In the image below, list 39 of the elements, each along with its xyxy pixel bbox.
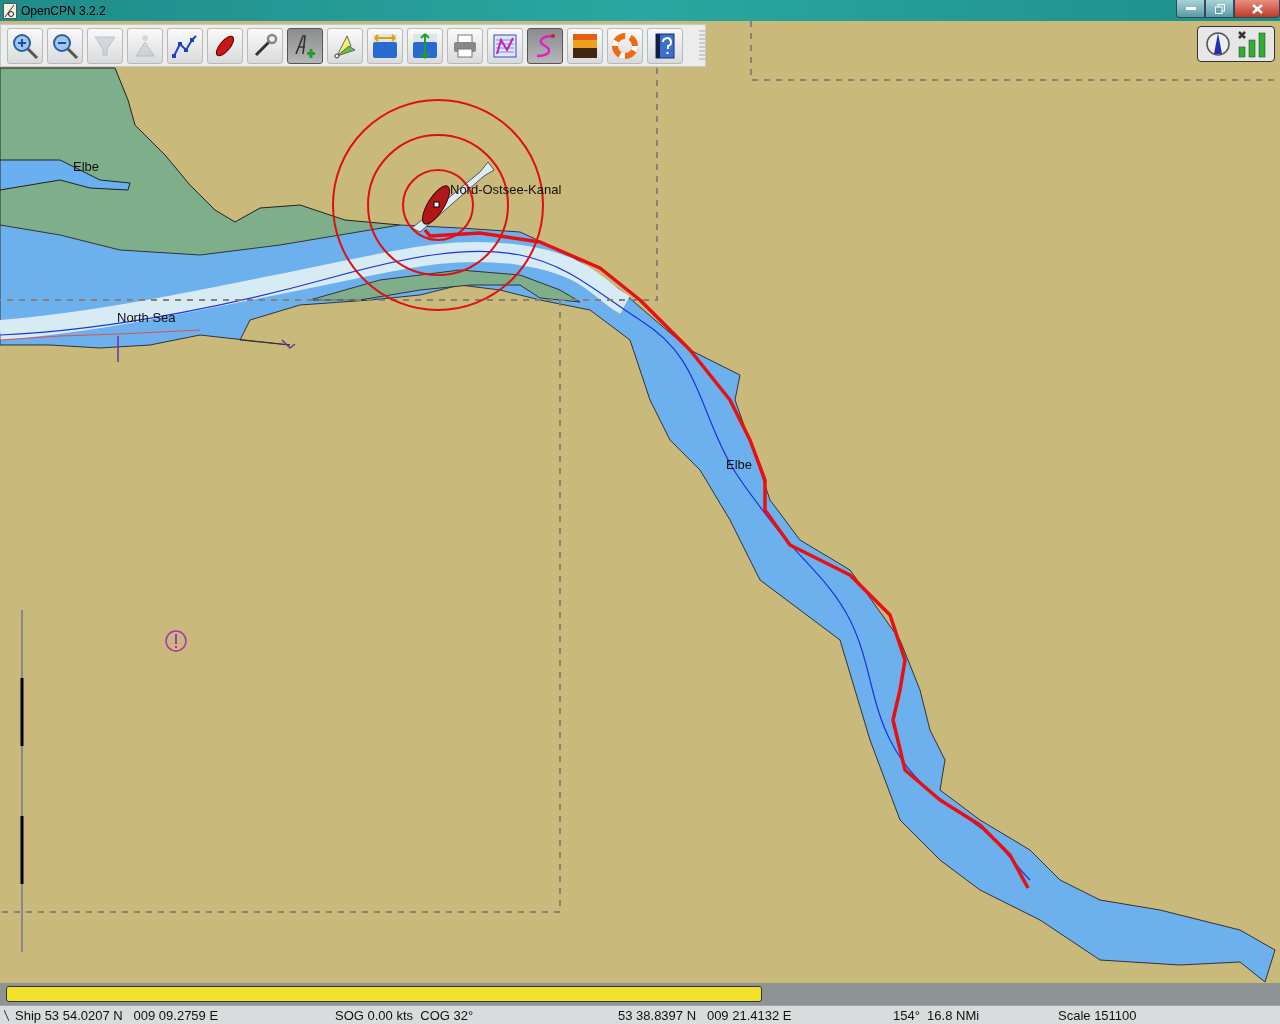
toolbar-button[interactable]	[567, 27, 603, 64]
app-icon	[3, 2, 17, 19]
status-field: SOG 0.00 kts COG 32°	[335, 1007, 618, 1023]
window-title: OpenCPN 3.2.2	[21, 3, 106, 18]
signal-icon	[1237, 30, 1267, 58]
sunset-icon	[571, 31, 599, 60]
toolbar-button[interactable]	[47, 27, 83, 64]
warning-icon	[165, 630, 187, 652]
toolbar-button[interactable]	[207, 27, 243, 64]
status-field: 154° 16.8 NMi	[893, 1007, 1058, 1023]
restore-button[interactable]	[1205, 0, 1234, 18]
chart-key[interactable]	[6, 986, 763, 1002]
status-field: Scale 151100	[1058, 1007, 1258, 1023]
minimize-button[interactable]	[1176, 0, 1205, 18]
minimize-icon	[1185, 6, 1196, 11]
tide-icon	[371, 31, 399, 60]
toolbar-button[interactable]	[287, 27, 323, 64]
status-field: Ship 53 54.0207 N 009 09.2759 E	[15, 1007, 335, 1023]
toolbar-button[interactable]	[647, 27, 683, 64]
place-label: Elbe	[726, 457, 753, 472]
toolbar-grip[interactable]	[699, 29, 705, 62]
place-label: Elbe	[73, 159, 100, 174]
close-icon	[1251, 3, 1263, 14]
toolbar-button[interactable]	[167, 27, 203, 64]
current-icon	[411, 31, 439, 60]
lifebuoy-icon	[611, 31, 639, 60]
toolbar-button[interactable]	[527, 27, 563, 64]
close-button[interactable]	[1234, 0, 1280, 18]
restore-icon	[1214, 3, 1225, 14]
compass-icon	[1205, 30, 1231, 58]
status-field: 53 38.8397 N 009 21.4132 E	[618, 1007, 893, 1023]
toolbar-button[interactable]	[7, 27, 43, 64]
ship-icon[interactable]	[422, 185, 450, 225]
route-list-icon	[491, 31, 519, 60]
zoom-in-icon	[11, 31, 39, 60]
zoom-out-icon	[51, 31, 79, 60]
grip-icon	[4, 1009, 9, 1021]
printer-icon	[451, 31, 479, 60]
toolbar-button[interactable]	[247, 27, 283, 64]
